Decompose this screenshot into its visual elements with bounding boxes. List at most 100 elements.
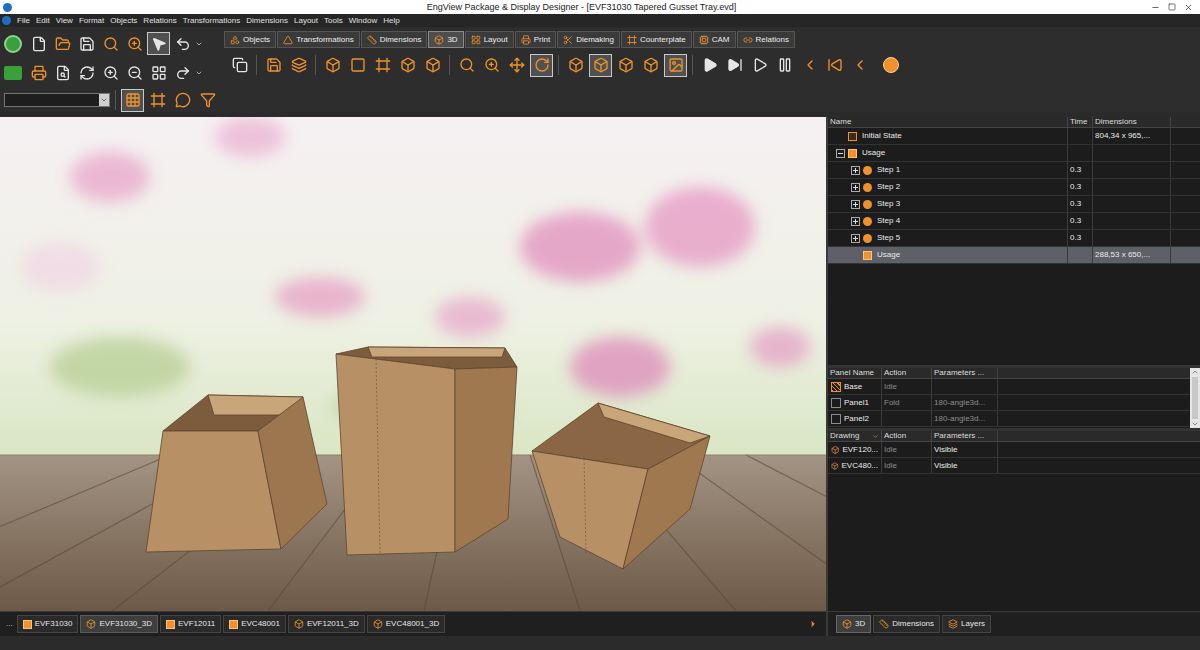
zoom-in-button[interactable] bbox=[123, 32, 146, 55]
scroll-tabs-icon[interactable] bbox=[808, 619, 818, 629]
print-preview-button[interactable] bbox=[51, 61, 74, 84]
column-header[interactable]: Drawing bbox=[828, 431, 882, 441]
select-window-button[interactable] bbox=[146, 89, 169, 112]
drawing-row[interactable]: EVF120...IdleVisible bbox=[828, 442, 1200, 458]
app-menu-icon[interactable] bbox=[2, 16, 11, 25]
play-backward-button[interactable] bbox=[848, 54, 871, 77]
go-to-start-button[interactable] bbox=[823, 54, 846, 77]
box-front-button[interactable] bbox=[589, 54, 612, 77]
column-header[interactable]: Parameters ... bbox=[932, 368, 998, 378]
expand-icon[interactable] bbox=[851, 166, 860, 175]
box-side-button[interactable] bbox=[614, 54, 637, 77]
close-icon[interactable] bbox=[1184, 3, 1193, 12]
zoom-window-button[interactable] bbox=[99, 61, 122, 84]
menu-item[interactable]: Help bbox=[380, 15, 402, 27]
tree-row[interactable]: Usage bbox=[828, 145, 1200, 162]
pause-button[interactable] bbox=[773, 54, 796, 77]
tree-row[interactable]: Step 50.3 bbox=[828, 230, 1200, 247]
zoom-out-button[interactable] bbox=[123, 61, 146, 84]
step-back-button[interactable] bbox=[798, 54, 821, 77]
ribbon-tab[interactable]: Print bbox=[515, 31, 556, 48]
tree-row[interactable]: Step 30.3 bbox=[828, 196, 1200, 213]
menu-item[interactable]: Edit bbox=[33, 15, 53, 27]
box-button[interactable] bbox=[396, 54, 419, 77]
refresh-button[interactable] bbox=[75, 61, 98, 84]
panel-row[interactable]: Panel2180-angle3d... bbox=[828, 411, 1190, 427]
menu-item[interactable]: View bbox=[53, 15, 76, 27]
zoom-in-button[interactable] bbox=[480, 54, 503, 77]
find-button[interactable] bbox=[99, 32, 122, 55]
tree-row[interactable]: Initial State804,34 x 965,... bbox=[828, 128, 1200, 145]
tree-row[interactable]: Step 40.3 bbox=[828, 213, 1200, 230]
filter-button[interactable] bbox=[196, 89, 219, 112]
select-button[interactable] bbox=[147, 32, 170, 55]
new-button[interactable] bbox=[27, 32, 50, 55]
document-tab[interactable]: EVC48001_3D bbox=[367, 615, 445, 633]
column-header[interactable]: Time bbox=[1068, 117, 1093, 127]
save-scene-button[interactable] bbox=[262, 54, 285, 77]
menu-item[interactable]: Dimensions bbox=[243, 15, 291, 27]
scroll-thumb[interactable] bbox=[1192, 377, 1198, 419]
box-view-button[interactable] bbox=[564, 54, 587, 77]
rotate-button[interactable] bbox=[530, 54, 553, 77]
panel-row[interactable]: Panel1Fold180-angle3d... bbox=[828, 395, 1190, 411]
scroll-up-icon[interactable] bbox=[1191, 368, 1199, 376]
maximize-icon[interactable] bbox=[1168, 3, 1176, 11]
column-header[interactable]: Action bbox=[882, 368, 932, 378]
column-header[interactable]: Action bbox=[882, 431, 932, 441]
menu-item[interactable]: Transformations bbox=[180, 15, 244, 27]
undo-button[interactable] bbox=[171, 32, 194, 55]
column-header[interactable]: Parameters ... bbox=[932, 431, 998, 441]
ribbon-tab[interactable]: Relations bbox=[737, 31, 795, 48]
tree-row[interactable]: Step 10.3 bbox=[828, 162, 1200, 179]
ribbon-tab[interactable]: CAM bbox=[693, 31, 736, 48]
engview-logo-icon[interactable] bbox=[4, 35, 22, 53]
ribbon-tab[interactable]: 3D bbox=[428, 31, 463, 48]
column-header[interactable]: Panel Name bbox=[828, 368, 882, 378]
save-button[interactable] bbox=[75, 32, 98, 55]
column-header[interactable]: Dimensions bbox=[1093, 117, 1171, 127]
menu-item[interactable]: Tools bbox=[321, 15, 346, 27]
drawing-row[interactable]: EVC480...IdleVisible bbox=[828, 458, 1200, 474]
menu-item[interactable]: Objects bbox=[107, 15, 140, 27]
box-wire-button[interactable] bbox=[639, 54, 662, 77]
menu-item[interactable]: Layout bbox=[291, 15, 321, 27]
document-tab[interactable]: EVF12011_3D bbox=[288, 615, 365, 633]
snap-grid-button[interactable] bbox=[121, 89, 144, 112]
ribbon-tab[interactable]: Layout bbox=[465, 31, 514, 48]
render-sphere-button[interactable] bbox=[879, 54, 902, 77]
column-header[interactable]: Name bbox=[828, 117, 1068, 127]
menu-item[interactable]: Window bbox=[346, 15, 380, 27]
ribbon-tab[interactable]: Diemaking bbox=[557, 31, 620, 48]
open-button[interactable] bbox=[51, 32, 74, 55]
grid-button[interactable] bbox=[147, 61, 170, 84]
render-button[interactable] bbox=[664, 54, 687, 77]
expand-icon[interactable] bbox=[851, 183, 860, 192]
panel-button[interactable] bbox=[346, 54, 369, 77]
lasso-button[interactable] bbox=[171, 89, 194, 112]
document-tab[interactable]: EVF12011 bbox=[160, 615, 221, 633]
ribbon-tab[interactable]: Transformations bbox=[277, 31, 360, 48]
document-tab[interactable]: EVF31030_3D bbox=[80, 615, 157, 633]
play-to-end-button[interactable] bbox=[723, 54, 746, 77]
panel-tab[interactable]: Layers bbox=[942, 615, 991, 633]
ribbon-tab[interactable]: Counterplate bbox=[621, 31, 692, 48]
search-button[interactable] bbox=[455, 54, 478, 77]
scrollbar[interactable] bbox=[1190, 368, 1200, 428]
step-forward-button[interactable] bbox=[748, 54, 771, 77]
scroll-down-icon[interactable] bbox=[1191, 420, 1199, 428]
fold-panel-button[interactable] bbox=[321, 54, 344, 77]
menu-item[interactable]: File bbox=[14, 15, 33, 27]
minimize-icon[interactable] bbox=[1151, 3, 1160, 12]
style-combo[interactable] bbox=[4, 93, 110, 107]
tree-row[interactable]: Step 20.3 bbox=[828, 179, 1200, 196]
expand-icon[interactable] bbox=[851, 200, 860, 209]
collapse-icon[interactable] bbox=[836, 149, 845, 158]
ribbon-tab[interactable]: Dimensions bbox=[361, 31, 428, 48]
print-button[interactable] bbox=[27, 61, 50, 84]
open-green-icon[interactable] bbox=[4, 66, 22, 80]
redo-dropdown-icon[interactable] bbox=[195, 69, 203, 77]
ribbon-tab[interactable]: Objects bbox=[224, 31, 276, 48]
panel-tab[interactable]: 3D bbox=[836, 615, 871, 633]
pan-button[interactable] bbox=[505, 54, 528, 77]
